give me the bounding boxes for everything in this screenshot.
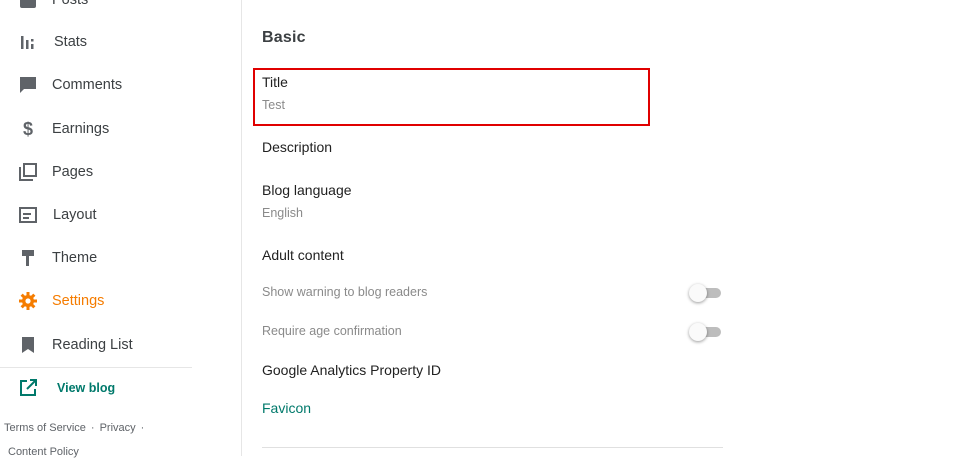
footer-links: Terms of Service · Privacy · Content Policy — [4, 416, 149, 464]
paint-roller-icon — [18, 248, 38, 268]
sidebar-item-layout[interactable]: Layout — [0, 195, 240, 235]
require-age-toggle[interactable] — [689, 323, 723, 341]
sidebar-item-label: Comments — [52, 77, 123, 93]
content-policy-link[interactable]: Content Policy — [8, 446, 79, 458]
sidebar-item-label: Posts — [52, 0, 89, 8]
open-in-new-icon — [19, 379, 39, 399]
toggle-knob — [689, 323, 707, 341]
sidebar-item-posts[interactable]: Posts — [0, 0, 240, 20]
sidebar-item-stats[interactable]: Stats — [0, 22, 240, 62]
section-divider — [262, 447, 723, 448]
analytics-setting[interactable]: Google Analytics Property ID — [262, 362, 722, 378]
sidebar-item-label: Reading List — [52, 337, 133, 353]
sidebar-item-comments[interactable]: Comments — [0, 65, 240, 105]
sidebar-item-label: Stats — [54, 34, 88, 50]
title-value: Test — [262, 98, 285, 112]
stats-icon — [18, 32, 38, 52]
toggle-knob — [689, 284, 707, 302]
sidebar-item-theme[interactable]: Theme — [0, 238, 240, 278]
comment-icon — [18, 75, 38, 95]
require-age-label: Require age confirmation — [262, 324, 402, 338]
footer-separator: · — [90, 422, 95, 434]
dollar-icon: $ — [22, 118, 33, 139]
adult-content-label: Adult content — [262, 247, 344, 263]
settings-panel: Basic Title Test Description Blog langua… — [242, 0, 975, 456]
blog-language-value: English — [262, 206, 303, 220]
blog-language-label: Blog language — [262, 182, 352, 198]
adult-content-heading: Adult content — [262, 247, 722, 263]
posts-icon — [18, 0, 38, 10]
show-warning-label: Show warning to blog readers — [262, 285, 428, 299]
sidebar-item-label: Theme — [52, 250, 98, 266]
show-warning-toggle[interactable] — [689, 284, 723, 302]
show-warning-setting: Show warning to blog readers — [262, 283, 723, 303]
terms-of-service-link[interactable]: Terms of Service — [4, 422, 86, 434]
favicon-link[interactable]: Favicon — [262, 400, 311, 416]
sidebar-item-earnings[interactable]: $ Earnings — [0, 109, 240, 149]
title-label: Title — [262, 74, 288, 90]
gear-icon — [18, 291, 38, 311]
sidebar-item-pages[interactable]: Pages — [0, 152, 240, 192]
footer-separator: · — [140, 422, 145, 434]
description-label: Description — [262, 139, 333, 155]
require-age-setting: Require age confirmation — [262, 322, 723, 342]
layout-icon — [18, 205, 38, 225]
section-title: Basic — [262, 29, 306, 46]
sidebar-divider — [0, 367, 192, 368]
bookmark-icon — [18, 335, 38, 355]
description-setting[interactable]: Description — [262, 139, 722, 155]
sidebar-item-label: Pages — [52, 164, 94, 180]
title-setting[interactable]: Title Test — [262, 74, 722, 112]
pages-icon — [18, 162, 38, 182]
sidebar: Posts Stats Comments $ Earnings Pages La… — [0, 0, 242, 458]
sidebar-item-reading-list[interactable]: Reading List — [0, 325, 240, 365]
sidebar-item-settings[interactable]: Settings — [0, 281, 240, 321]
analytics-label: Google Analytics Property ID — [262, 362, 441, 378]
view-blog-label: View blog — [57, 381, 116, 395]
privacy-link[interactable]: Privacy — [100, 422, 136, 434]
sidebar-item-label: Earnings — [52, 121, 110, 137]
sidebar-item-label: Settings — [52, 293, 105, 309]
sidebar-item-label: Layout — [53, 207, 97, 223]
blog-language-setting[interactable]: Blog language English — [262, 182, 722, 220]
view-blog-link[interactable]: View blog — [0, 373, 240, 405]
